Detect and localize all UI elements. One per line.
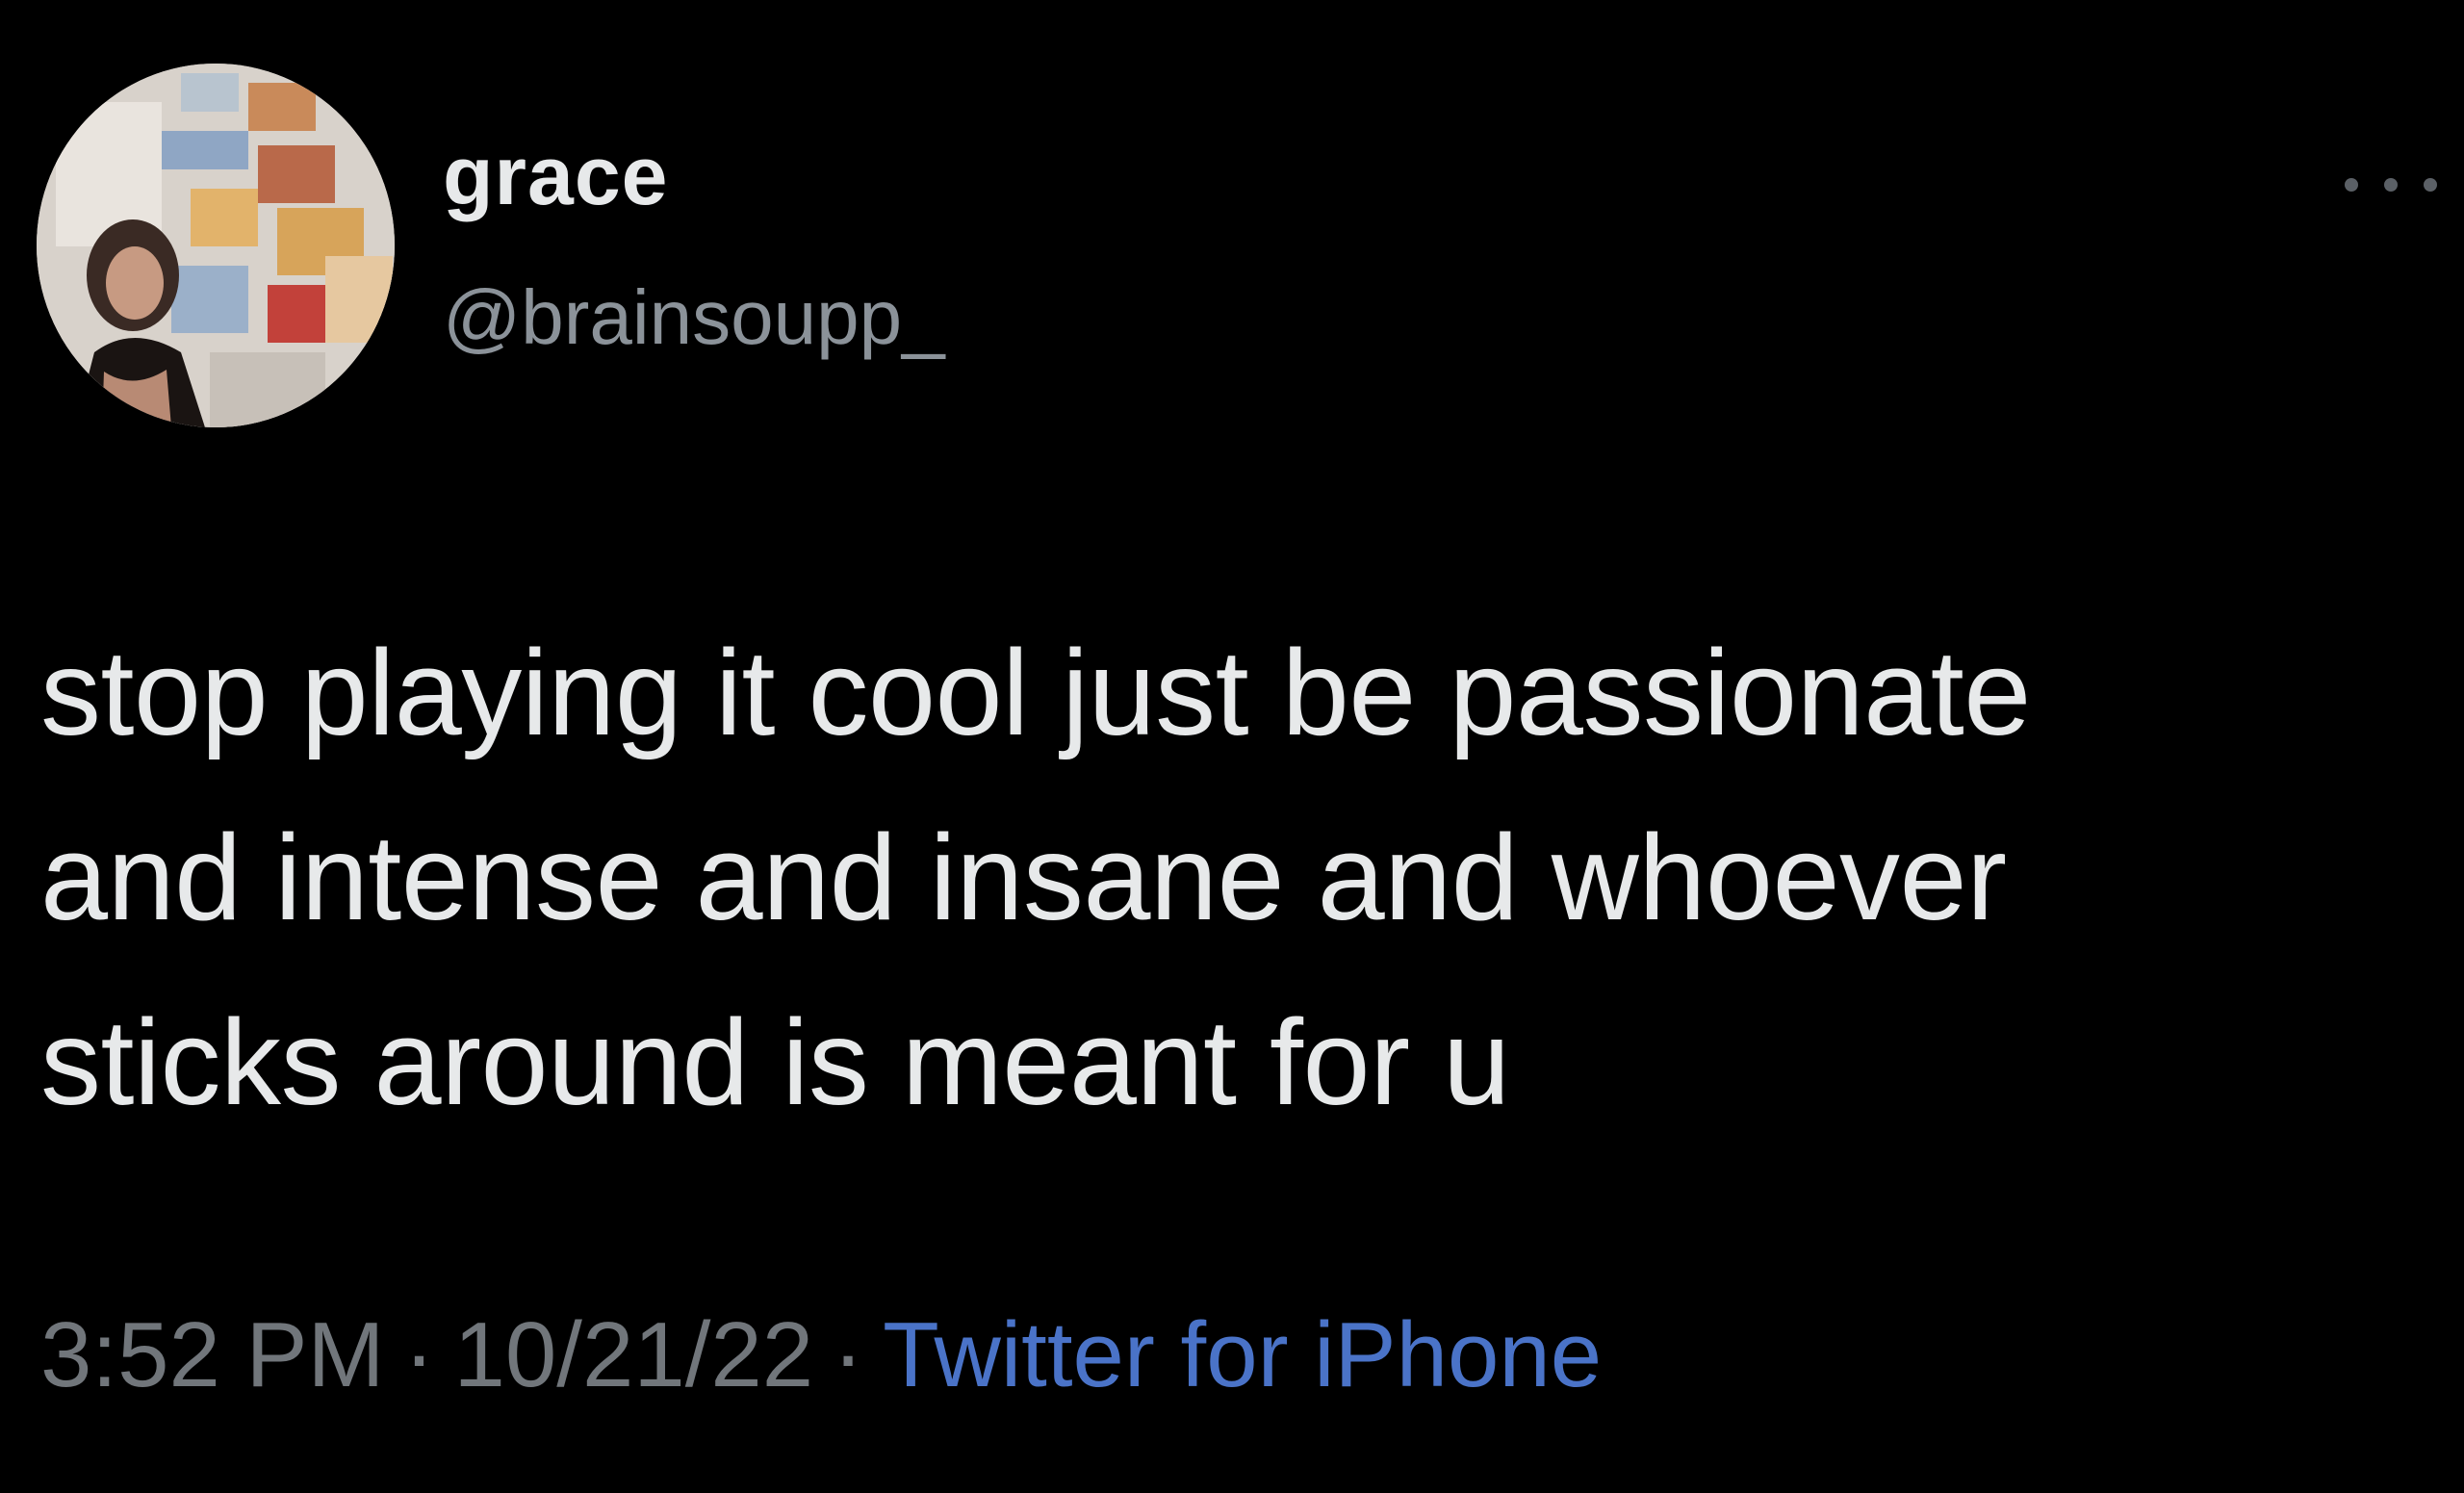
- more-options-button[interactable]: [2345, 166, 2437, 204]
- meta-separator: ·: [833, 1303, 864, 1406]
- more-horizontal-icon-dot: [2384, 178, 2398, 192]
- meta-separator: ·: [403, 1303, 435, 1406]
- tweet-text-line: stop playing it cool just be passionate: [40, 625, 2031, 760]
- tweet-date[interactable]: 10/21/22: [453, 1303, 813, 1406]
- tweet-text: stop playing it cool just be passionate …: [40, 601, 2437, 1155]
- tweet-card: grace @brainsoupp_ stop playing it cool …: [0, 0, 2464, 1493]
- tweet-meta: 3:52 PM · 10/21/22 · Twitter for iPhone: [40, 1309, 1602, 1402]
- more-horizontal-icon-dot: [2424, 178, 2437, 192]
- avatar-photo: [37, 64, 395, 427]
- author-display-name[interactable]: grace: [443, 135, 669, 218]
- avatar[interactable]: [37, 64, 395, 427]
- author-handle[interactable]: @brainsoupp_: [443, 279, 945, 356]
- tweet-text-line: and intense and insane and whoever: [40, 810, 2007, 945]
- more-horizontal-icon: [2345, 178, 2358, 192]
- tweet-text-line: sticks around is meant for u: [40, 994, 1510, 1130]
- tweet-time[interactable]: 3:52 PM: [40, 1303, 385, 1406]
- tweet-source-link[interactable]: Twitter for iPhone: [883, 1303, 1602, 1406]
